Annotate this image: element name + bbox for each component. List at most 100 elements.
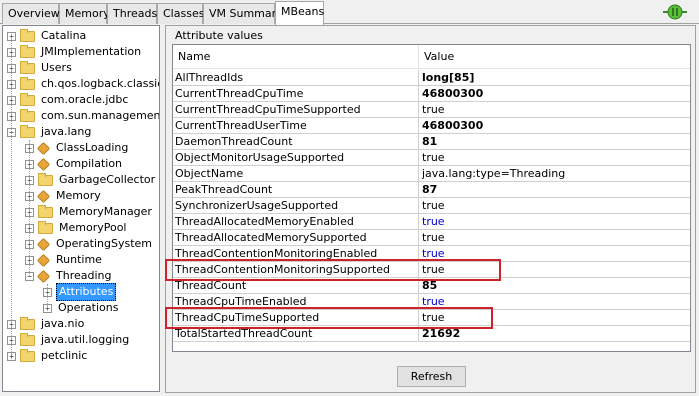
attribute-value[interactable]: true: [420, 214, 690, 229]
attribute-value: 21692: [422, 327, 461, 340]
attribute-value: 46800300: [422, 87, 484, 100]
attribute-value: true: [422, 103, 445, 116]
attribute-name: PeakThreadCount: [173, 182, 419, 197]
folder-icon: [20, 316, 35, 330]
tree-node-label: Threading: [56, 269, 112, 282]
bean-icon: [36, 253, 51, 267]
tree-node-label: Operations: [58, 301, 119, 314]
bean-icon: [36, 141, 51, 155]
tree-node[interactable]: + Memory: [25, 188, 103, 204]
tree-node[interactable]: + Operations: [43, 300, 120, 316]
tree-node-label: Attributes: [56, 283, 117, 301]
tree-node-label: Compilation: [56, 157, 123, 170]
table-row[interactable]: CurrentThreadCpuTimeSupported true: [173, 102, 690, 118]
table-row[interactable]: DaemonThreadCount 81: [173, 134, 690, 150]
tree-node-label: java.util.logging: [41, 333, 130, 346]
table-row[interactable]: ThreadAllocatedMemorySupported true: [173, 230, 690, 246]
folder-icon: [20, 108, 35, 122]
tab-mbeans[interactable]: MBeans: [275, 1, 324, 25]
tree-node[interactable]: + Catalina: [7, 28, 88, 44]
table-row[interactable]: ThreadCpuTimeSupported true: [173, 310, 690, 326]
attribute-name: ThreadContentionMonitoringEnabled: [173, 246, 419, 261]
tree-node[interactable]: + com.sun.management: [7, 108, 160, 124]
folder-icon: [20, 124, 35, 138]
mbean-tree[interactable]: + Catalina + JMImplementation + Users + ch.qos.…: [2, 25, 160, 392]
table-row[interactable]: ObjectName java.lang:type=Threading: [173, 166, 690, 182]
table-row[interactable]: ThreadCpuTimeEnabled true: [173, 294, 690, 310]
attribute-value: true: [422, 151, 445, 164]
tree-node[interactable]: + MemoryManager: [25, 204, 154, 220]
tree-node-label: ch.qos.logback.classic: [41, 77, 160, 90]
tree-node-label: java.nio: [41, 317, 85, 330]
tree-node[interactable]: + java.util.logging: [7, 332, 131, 348]
attribute-name: DaemonThreadCount: [173, 134, 419, 149]
attribute-value: 81: [422, 135, 438, 148]
tree-node[interactable]: + ch.qos.logback.classic: [7, 76, 160, 92]
attribute-name: CurrentThreadCpuTime: [173, 86, 419, 101]
table-row[interactable]: ThreadContentionMonitoringSupported true: [173, 262, 690, 278]
tree-node[interactable]: + java.nio: [7, 316, 86, 332]
folder-icon: [20, 76, 35, 90]
tab-classes[interactable]: Classes: [157, 3, 204, 24]
attribute-name: CurrentThreadCpuTimeSupported: [173, 102, 419, 117]
attribute-value[interactable]: true: [420, 294, 690, 309]
tree-node[interactable]: + GarbageCollector: [25, 172, 157, 188]
tree-node-label: Catalina: [41, 29, 87, 42]
tree-node[interactable]: − Threading: [25, 268, 113, 284]
table-row[interactable]: SynchronizerUsageSupported true: [173, 198, 690, 214]
header-name[interactable]: Name: [173, 45, 210, 69]
folder-icon: [20, 92, 35, 106]
header-value[interactable]: Value: [419, 45, 454, 69]
tree-node-label: com.sun.management: [41, 109, 160, 122]
tree-node-label: GarbageCollector: [59, 173, 156, 186]
folder-icon: [20, 348, 35, 362]
attribute-name: ThreadCpuTimeSupported: [173, 310, 419, 325]
attribute-name: CurrentThreadUserTime: [173, 118, 419, 133]
table-row[interactable]: ThreadContentionMonitoringEnabled true: [173, 246, 690, 262]
tree-node[interactable]: − java.lang: [7, 124, 93, 140]
table-row[interactable]: PeakThreadCount 87: [173, 182, 690, 198]
refresh-button[interactable]: Refresh: [397, 366, 466, 387]
attribute-value[interactable]: true: [420, 246, 690, 261]
attribute-value: true: [422, 231, 445, 244]
tree-node[interactable]: + OperatingSystem: [25, 236, 154, 252]
attribute-name: SynchronizerUsageSupported: [173, 198, 419, 213]
table-row[interactable]: ObjectMonitorUsageSupported true: [173, 150, 690, 166]
attribute-name: ThreadCount: [173, 278, 419, 293]
tab-overview[interactable]: Overview: [2, 3, 60, 24]
attribute-name: ThreadCpuTimeEnabled: [173, 294, 419, 309]
tree-node[interactable]: + Compilation: [25, 156, 124, 172]
tab-threads[interactable]: Threads: [107, 3, 157, 24]
attribute-value: true: [422, 311, 445, 324]
table-row[interactable]: CurrentThreadUserTime 46800300: [173, 118, 690, 134]
folder-icon: [20, 332, 35, 346]
tree-node[interactable]: + Runtime: [25, 252, 104, 268]
tab-memory[interactable]: Memory: [59, 3, 110, 24]
attribute-name: ThreadContentionMonitoringSupported: [173, 262, 419, 277]
table-row[interactable]: CurrentThreadCpuTime 46800300: [173, 86, 690, 102]
tree-node[interactable]: + JMImplementation: [7, 44, 143, 60]
table-row[interactable]: ThreadCount 85: [173, 278, 690, 294]
tab-bar: Overview Memory Threads Classes VM Summa…: [0, 0, 699, 25]
tree-node[interactable]: + ClassLoading: [25, 140, 130, 156]
attributes-table[interactable]: Name Value AllThreadIds long[85] CurrentTh…: [172, 44, 691, 352]
attribute-values-panel: Attribute values Name Value AllThreadIds…: [165, 25, 696, 393]
table-row[interactable]: AllThreadIds long[85]: [173, 70, 690, 86]
table-row[interactable]: ThreadAllocatedMemoryEnabled true: [173, 214, 690, 230]
table-row[interactable]: TotalStartedThreadCount 21692: [173, 326, 690, 342]
tree-node[interactable]: + com.oracle.jdbc: [7, 92, 130, 108]
tree-node[interactable]: + Users: [7, 60, 74, 76]
table-header: Name Value: [173, 45, 690, 69]
tree-node[interactable]: + petclinic: [7, 348, 89, 364]
tree-node-label: MemoryPool: [59, 221, 127, 234]
attribute-name: TotalStartedThreadCount: [173, 326, 419, 341]
tree-node-label: MemoryManager: [59, 205, 152, 218]
tree-node-label: JMImplementation: [41, 45, 142, 58]
attribute-name: ThreadAllocatedMemorySupported: [173, 230, 419, 245]
bean-icon: [36, 157, 51, 171]
tree-node[interactable]: + MemoryPool: [25, 220, 129, 236]
tab-vm-summary[interactable]: VM Summary: [203, 3, 283, 24]
tree-node[interactable]: + Attributes: [43, 283, 117, 301]
bean-icon: [36, 237, 51, 251]
folder-icon: [20, 60, 35, 74]
